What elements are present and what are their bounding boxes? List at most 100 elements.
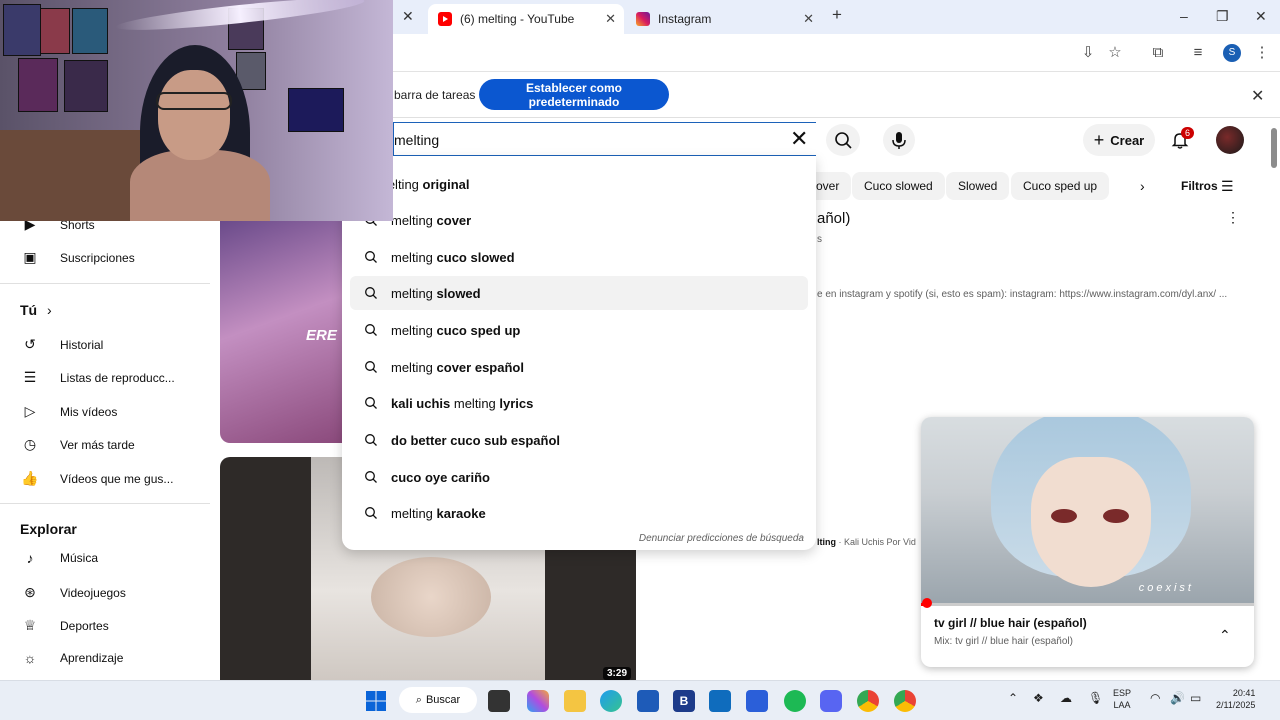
microphone-icon[interactable]: 🎙 bbox=[1088, 692, 1103, 704]
tab-youtube-close-icon[interactable]: ✕ bbox=[605, 11, 616, 27]
search-suggestions: Denunciar predicciones de búsqueda melti… bbox=[342, 156, 816, 550]
filters-label[interactable]: Filtros bbox=[1181, 179, 1218, 193]
chip-cuco-sped-up[interactable]: Cuco sped up bbox=[1011, 172, 1110, 200]
history-icon: ↺ bbox=[24, 336, 36, 352]
spotify-icon[interactable] bbox=[784, 690, 806, 712]
discord-icon[interactable] bbox=[820, 690, 842, 712]
profile-avatar-icon[interactable]: S bbox=[1223, 44, 1241, 62]
search-button[interactable] bbox=[826, 124, 860, 156]
battery-icon[interactable]: ▭ bbox=[1190, 692, 1201, 704]
result-title[interactable]: añol) bbox=[817, 210, 850, 227]
extensions-icon[interactable]: ⧉ bbox=[1148, 43, 1168, 63]
sidebar-item-label: Mis vídeos bbox=[60, 404, 118, 419]
sidebar-item-label: Vídeos que me gus... bbox=[60, 471, 174, 486]
app-icon[interactable] bbox=[746, 690, 768, 712]
wifi-icon[interactable]: ◠ bbox=[1150, 692, 1160, 704]
tab-instagram-close-icon[interactable]: ✕ bbox=[803, 11, 814, 27]
wall-poster bbox=[72, 8, 108, 54]
sidebar-you-heading[interactable]: Tú › bbox=[20, 302, 52, 318]
install-app-icon[interactable]: ⇩ bbox=[1078, 43, 1098, 63]
b-app-icon[interactable]: B bbox=[673, 690, 695, 712]
sidebar-item-label: Aprendizaje bbox=[60, 651, 124, 665]
account-avatar[interactable] bbox=[1216, 126, 1244, 154]
sidebar-item-history[interactable]: ↺ Historial bbox=[20, 336, 103, 353]
sidebar-item-sports[interactable]: ♕ Deportes bbox=[20, 617, 109, 634]
clock[interactable]: 20:41 2/11/2025 bbox=[1216, 687, 1255, 711]
sidebar-item-my-videos[interactable]: ▷ Mis vídeos bbox=[20, 403, 118, 420]
edge-icon[interactable] bbox=[600, 690, 622, 712]
search-suggestion[interactable]: melting cuco slowed bbox=[350, 240, 808, 274]
report-predictions-link[interactable]: Denunciar predicciones de búsqueda bbox=[639, 533, 804, 544]
sidebar-item-label: Suscripciones bbox=[60, 250, 135, 265]
tab-youtube[interactable]: (6) melting - YouTube ✕ bbox=[428, 4, 624, 34]
media-controls-icon[interactable]: ≡ bbox=[1188, 43, 1208, 63]
close-window-button[interactable]: ✕ bbox=[1255, 8, 1267, 25]
cloud-icon[interactable]: ☁ bbox=[1060, 692, 1072, 704]
prev-tab-close-icon[interactable]: ✕ bbox=[402, 8, 414, 25]
chevron-up-icon[interactable]: ⌃ bbox=[1008, 692, 1018, 704]
windows-start-icon[interactable] bbox=[365, 690, 387, 712]
search-suggestion[interactable]: melting cover bbox=[350, 203, 808, 237]
copilot-icon[interactable] bbox=[527, 690, 549, 712]
volume-icon[interactable]: 🔊 bbox=[1170, 692, 1185, 704]
minimize-button[interactable]: – bbox=[1180, 8, 1188, 24]
chevron-up-icon[interactable]: ⌃ bbox=[1219, 627, 1231, 644]
sidebar-item-watch-later[interactable]: ◷ Ver más tarde bbox=[20, 436, 135, 453]
bookmark-star-icon[interactable]: ☆ bbox=[1105, 43, 1125, 63]
miniplayer-progress[interactable] bbox=[921, 603, 1254, 606]
task-view-icon[interactable] bbox=[488, 690, 510, 712]
set-default-button[interactable]: Establecer como predeterminado bbox=[479, 79, 669, 110]
sidebar-item-playlists[interactable]: ☰ Listas de reproducc... bbox=[20, 369, 175, 386]
search-input[interactable]: melting bbox=[393, 122, 816, 156]
scrollbar-thumb[interactable] bbox=[1271, 128, 1277, 168]
miniplayer[interactable]: coexist tv girl // blue hair (español) M… bbox=[921, 417, 1254, 667]
infobar-close-icon[interactable]: ✕ bbox=[1251, 86, 1264, 106]
search-suggestion[interactable]: melting cuco sped up bbox=[350, 313, 808, 347]
browser-menu-icon[interactable]: ⋮ bbox=[1252, 43, 1272, 63]
language-layout: LAA bbox=[1113, 700, 1131, 710]
miniplayer-video[interactable]: coexist bbox=[921, 417, 1254, 605]
tab-instagram[interactable]: Instagram ✕ bbox=[626, 4, 822, 34]
create-button[interactable]: + Crear bbox=[1083, 124, 1155, 156]
sidebar-item-label: Música bbox=[60, 551, 99, 565]
search-suggestion[interactable]: kali uchis melting lyrics bbox=[350, 386, 808, 420]
search-suggestion[interactable]: melting cover español bbox=[350, 350, 808, 384]
search-suggestion[interactable]: melting original bbox=[336, 167, 794, 201]
miniplayer-scrubber[interactable] bbox=[922, 598, 932, 608]
chrome-profile-icon[interactable] bbox=[894, 690, 916, 712]
sidebar-item-liked[interactable]: 👍 Vídeos que me gus... bbox=[20, 470, 173, 487]
search-icon bbox=[364, 286, 378, 300]
chrome-icon[interactable] bbox=[857, 690, 879, 712]
sidebar-item-music[interactable]: ♪ Música bbox=[20, 550, 99, 566]
filters-icon[interactable]: ☰ bbox=[1221, 178, 1234, 195]
chip-cuco-slowed[interactable]: Cuco slowed bbox=[852, 172, 945, 200]
search-suggestion[interactable]: cuco oye cariño bbox=[350, 460, 808, 494]
search-suggestion[interactable]: do better cuco sub español bbox=[350, 423, 808, 457]
suggestion-query: melting bbox=[391, 285, 433, 301]
search-suggestion[interactable]: melting slowed bbox=[350, 276, 808, 310]
video-thumbnail-1[interactable]: ERE bbox=[220, 220, 342, 443]
page-scrollbar[interactable] bbox=[1268, 118, 1280, 680]
dropbox-icon[interactable]: ❖ bbox=[1033, 692, 1044, 704]
sidebar-item-subscriptions[interactable]: ▣ Suscripciones bbox=[20, 249, 135, 266]
suggestion-completion: karaoke bbox=[432, 505, 486, 521]
language-indicator[interactable]: ESP LAA bbox=[1113, 687, 1131, 711]
taskbar-search[interactable]: ⌕ Buscar bbox=[399, 687, 477, 713]
search-input-value: melting bbox=[394, 132, 440, 148]
maximize-button[interactable]: ❐ bbox=[1216, 8, 1229, 25]
file-explorer-icon[interactable] bbox=[564, 690, 586, 712]
voice-search-button[interactable] bbox=[883, 124, 915, 156]
new-tab-button[interactable]: + bbox=[832, 5, 842, 25]
suggestion-text: melting karaoke bbox=[391, 506, 486, 521]
outlook-icon[interactable] bbox=[709, 690, 731, 712]
more-options-icon[interactable]: ⋮ bbox=[1226, 209, 1240, 226]
chip-slowed[interactable]: Slowed bbox=[946, 172, 1010, 200]
sidebar-item-gaming[interactable]: ⊛ Videojuegos bbox=[20, 584, 126, 601]
suggestion-prefix: do better cuco sub español bbox=[391, 432, 561, 448]
sidebar-item-label: Ver más tarde bbox=[60, 437, 135, 452]
sidebar-item-learning[interactable]: ☼ Aprendizaje bbox=[20, 650, 124, 666]
search-clear-icon[interactable]: ✕ bbox=[790, 128, 808, 150]
store-icon[interactable] bbox=[637, 690, 659, 712]
search-suggestion[interactable]: melting karaoke bbox=[350, 496, 808, 530]
chevron-right-icon[interactable]: › bbox=[1140, 178, 1145, 194]
